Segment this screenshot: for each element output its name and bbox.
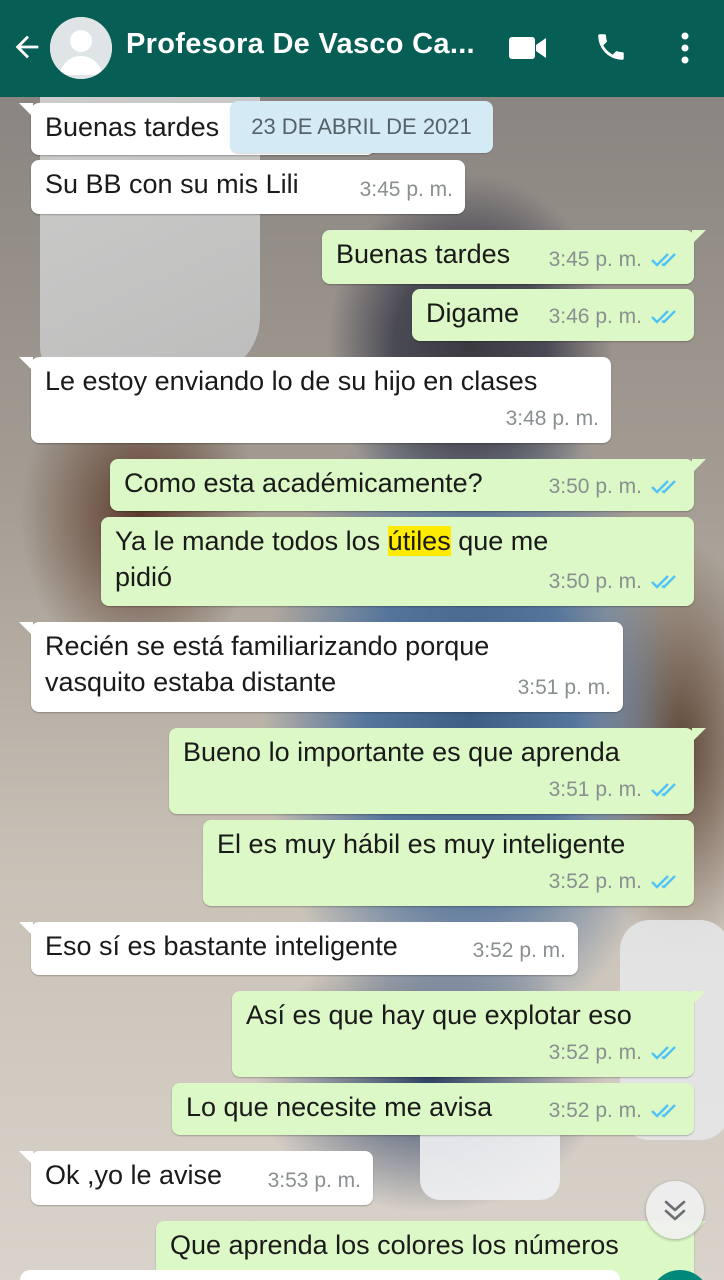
- video-call-icon[interactable]: [508, 34, 548, 62]
- message-text: Recién se está familiarizando porque vasq…: [45, 631, 490, 697]
- message-time: 3:52 p. m.: [548, 1041, 642, 1064]
- message-time: 3:50 p. m.: [548, 570, 642, 593]
- message-text: Que aprenda los colores los números: [170, 1230, 619, 1260]
- double-check-read-icon: [651, 575, 676, 589]
- message-meta: 3:46 p. m.: [549, 299, 682, 335]
- double-check-read-icon: [651, 480, 676, 494]
- back-arrow-icon[interactable]: [10, 30, 44, 64]
- message-text: Buenas tardes: [336, 239, 511, 269]
- message-text: Así es que hay que explotar eso: [246, 1000, 632, 1030]
- message-meta: 3:45 p. m.: [549, 242, 682, 278]
- message-text: Buenas tardes: [45, 112, 220, 142]
- message-time: 3:46 p. m.: [548, 305, 642, 328]
- message-time: 3:52 p. m.: [472, 939, 566, 962]
- double-check-read-icon: [651, 783, 676, 797]
- double-check-read-icon: [651, 253, 676, 267]
- message-time: 3:45 p. m.: [548, 248, 642, 271]
- message-text: Eso sí es bastante inteligente: [45, 931, 398, 961]
- double-check-read-icon: [651, 875, 676, 889]
- message-text: Ok ,yo le avise: [45, 1160, 223, 1190]
- message-meta: 3:52 p. m.: [549, 864, 682, 900]
- message-outgoing[interactable]: Bueno lo importante es que aprenda 3:51 …: [169, 728, 706, 814]
- message-time: 3:51 p. m.: [517, 676, 611, 699]
- message-outgoing[interactable]: Buenas tardes 3:45 p. m.: [322, 230, 706, 284]
- avatar-icon: [50, 17, 112, 79]
- message-outgoing[interactable]: Así es que hay que explotar eso 3:52 p. …: [232, 991, 706, 1077]
- message-outgoing[interactable]: Lo que necesite me avisa 3:52 p. m.: [172, 1083, 694, 1135]
- message-meta: 3:50 p. m.: [549, 469, 682, 505]
- message-time: 3:53 p. m.: [267, 1169, 361, 1192]
- message-time: 3:50 p. m.: [548, 475, 642, 498]
- message-text: Bueno lo importante es que aprenda: [183, 737, 620, 767]
- message-time: 3:52 p. m.: [548, 1099, 642, 1122]
- message-incoming[interactable]: Su BB con su mis Lili 3:45 p. m.: [31, 160, 465, 214]
- message-meta: 3:52 p. m.: [549, 1093, 682, 1129]
- message-outgoing[interactable]: Ya le mande todos los útiles que me pidió…: [101, 517, 694, 606]
- message-incoming[interactable]: Ok ,yo le avise 3:53 p. m.: [19, 1151, 373, 1205]
- message-meta: 3:50 p. m.: [549, 564, 682, 600]
- scroll-to-bottom-button[interactable]: [646, 1181, 704, 1239]
- highlighted-text: útiles: [387, 526, 451, 556]
- message-text: Lo que necesite me avisa: [186, 1092, 493, 1122]
- message-text: El es muy hábil es muy inteligente: [217, 829, 626, 859]
- message-time: 3:48 p. m.: [505, 407, 599, 430]
- message-incoming[interactable]: Recién se está familiarizando porque vasq…: [19, 622, 623, 712]
- contact-name[interactable]: Profesora De Vasco Ca...: [126, 28, 486, 61]
- avatar[interactable]: [50, 17, 112, 79]
- message-outgoing[interactable]: El es muy hábil es muy inteligente 3:52 …: [203, 820, 694, 906]
- message-text: Como esta académicamente?: [124, 468, 483, 498]
- chat-header: Profesora De Vasco Ca...: [0, 0, 724, 97]
- more-vert-icon[interactable]: [676, 31, 694, 65]
- message-text: Ya le mande todos los útiles que me pidió: [115, 526, 549, 592]
- message-meta: 3:51 p. m.: [549, 772, 682, 808]
- message-incoming[interactable]: Eso sí es bastante inteligente 3:52 p. m…: [19, 922, 578, 975]
- message-time: 3:45 p. m.: [359, 178, 453, 201]
- double-check-read-icon: [651, 1104, 676, 1118]
- message-text: Le estoy enviando lo de su hijo en clase…: [45, 366, 538, 396]
- double-chevron-down-icon: [664, 1200, 686, 1221]
- double-check-read-icon: [651, 1046, 676, 1060]
- message-time: 3:52 p. m.: [548, 870, 642, 893]
- message-outgoing[interactable]: Como esta académicamente? 3:50 p. m.: [110, 459, 706, 511]
- message-outgoing[interactable]: Digame 3:46 p. m.: [412, 289, 694, 341]
- phone-icon[interactable]: [594, 30, 628, 64]
- message-input[interactable]: [20, 1270, 620, 1280]
- double-check-read-icon: [651, 310, 676, 324]
- date-separator: 23 DE ABRIL DE 2021: [230, 101, 493, 153]
- message-time: 3:51 p. m.: [548, 778, 642, 801]
- message-text: Digame: [426, 298, 520, 328]
- message-text: Su BB con su mis Lili: [45, 169, 299, 199]
- message-meta: 3:52 p. m.: [549, 1035, 682, 1071]
- message-incoming[interactable]: Le estoy enviando lo de su hijo en clase…: [19, 357, 611, 443]
